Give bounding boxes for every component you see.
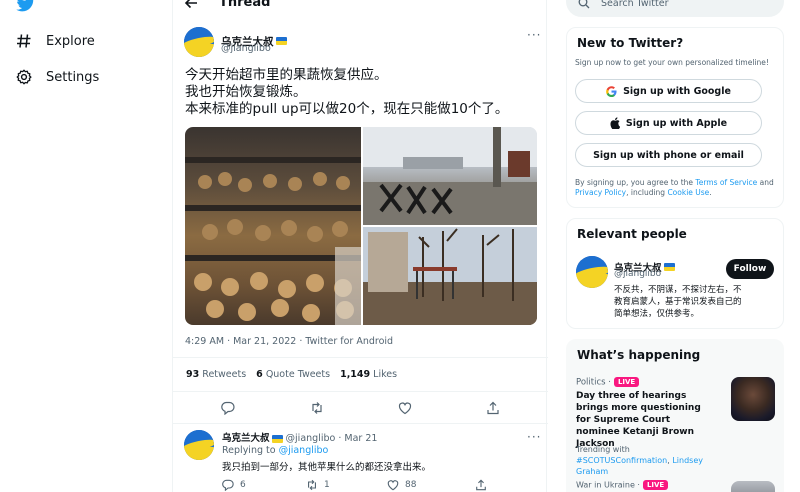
relevant-handle[interactable]: @jianglibo	[614, 269, 661, 279]
tweet-actions	[173, 400, 548, 416]
new-to-twitter-title: New to Twitter?	[577, 36, 684, 50]
follow-button[interactable]: Follow	[726, 259, 774, 279]
avatar[interactable]	[184, 430, 214, 460]
nav-settings[interactable]: Settings	[16, 69, 99, 85]
share-icon	[476, 479, 486, 491]
likes-stat[interactable]: 1,149 Likes	[340, 369, 397, 380]
back-arrow-icon[interactable]	[184, 0, 198, 10]
signup-phone-email-button[interactable]: Sign up with phone or email	[575, 143, 762, 167]
signup-google-button[interactable]: Sign up with Google	[575, 79, 762, 103]
ukraine-flag-icon	[663, 262, 675, 271]
nav-explore-label: Explore	[46, 33, 95, 49]
twitter-bird-icon[interactable]	[16, 0, 36, 12]
trend-category-2: War in Ukraine · LIVE	[576, 480, 669, 490]
reply-share-button[interactable]	[475, 479, 487, 491]
signup-apple-button[interactable]: Sign up with Apple	[575, 111, 762, 135]
avatar[interactable]	[184, 27, 214, 57]
new-to-twitter-card: New to Twitter? Sign up now to get your …	[566, 27, 784, 208]
divider	[173, 357, 548, 358]
like-count: 88	[405, 480, 417, 490]
google-icon	[606, 85, 617, 97]
avatar[interactable]	[576, 256, 608, 288]
photo-street-barricade[interactable]	[363, 127, 537, 225]
retweet-count: 1	[324, 480, 330, 490]
reply-author-name[interactable]: 乌克兰大叔	[222, 433, 270, 444]
reply-retweet-button[interactable]: 1	[306, 479, 330, 491]
reply-date[interactable]: · Mar 21	[338, 433, 377, 444]
more-icon[interactable]: ···	[527, 28, 541, 42]
tweet-line: 本来标准的pull up可以做20个，现在只能做10个了。	[185, 101, 509, 117]
photo-playground[interactable]	[363, 227, 537, 325]
nav-settings-label: Settings	[46, 69, 100, 85]
author-handle[interactable]: @jianglibo	[221, 43, 271, 54]
quote-tweets-stat[interactable]: 6 Quote Tweets	[256, 369, 330, 380]
tweet-timestamp[interactable]: 4:29 AM · Mar 21, 2022 · Twitter for And…	[185, 336, 393, 347]
more-icon[interactable]: ···	[527, 430, 541, 444]
tweet-stats: 93 Retweets 6 Quote Tweets 1,149 Likes	[186, 369, 397, 380]
retweet-icon[interactable]	[310, 400, 324, 414]
share-icon[interactable]	[486, 400, 500, 415]
relevant-bio: 不反共，不阴谋，不探讨左右，不教育启蒙人，基于常识发表自己的简单想法，仅供参考。	[614, 285, 742, 319]
reply-count: 6	[240, 480, 246, 490]
app-root: Explore Settings Thread 乌克兰大叔 @jianglibo…	[0, 0, 800, 492]
photo-produce-shelves[interactable]	[185, 127, 361, 325]
apple-icon	[610, 117, 620, 129]
trend-thumbnail-2[interactable]	[731, 481, 775, 492]
reply-text: 我只拍到一部分，其他苹果什么的都还没拿出来。	[222, 462, 432, 473]
trend-category: Politics · LIVE	[576, 377, 640, 388]
ukraine-flag-icon	[271, 434, 283, 443]
reply-icon	[222, 479, 234, 491]
trend-headline[interactable]: Day three of hearings brings more questi…	[576, 390, 716, 450]
live-badge: LIVE	[642, 480, 669, 490]
scotus-hashtag-link[interactable]: #SCOTUSConfirmation	[576, 456, 667, 465]
thread-column: Thread 乌克兰大叔 @jianglibo ··· 今天开始超市里的果蔬恢复…	[172, 0, 548, 492]
divider	[173, 391, 548, 392]
cookie-link[interactable]: Cookie Use	[667, 188, 709, 197]
search-bar[interactable]: Search Twitter	[566, 0, 784, 17]
right-sidebar: Search Twitter New to Twitter? Sign up n…	[566, 0, 786, 492]
replying-to: Replying to @jianglibo	[222, 445, 329, 456]
hash-icon	[16, 33, 32, 49]
search-input[interactable]: Search Twitter	[601, 0, 669, 9]
reply-header: 乌克兰大叔 @jianglibo · Mar 21	[222, 430, 377, 444]
whats-happening-title: What’s happening	[577, 348, 701, 362]
trend-thumbnail[interactable]	[731, 377, 775, 421]
reply-reply-button[interactable]: 6	[222, 479, 246, 491]
tweet-media-grid	[185, 127, 537, 325]
search-icon	[578, 0, 590, 9]
tweet-text: 今天开始超市里的果蔬恢复供应。 我也开始恢复锻炼。 本来标准的pull up可以…	[185, 67, 535, 118]
terms-link[interactable]: Terms of Service	[695, 178, 757, 187]
nav-explore[interactable]: Explore	[16, 33, 95, 49]
reply-icon[interactable]	[221, 400, 235, 416]
ukraine-flag-icon	[275, 36, 287, 45]
reply-author-handle[interactable]: @jianglibo	[286, 433, 336, 444]
left-nav: Explore Settings	[0, 0, 170, 492]
gear-icon	[16, 69, 32, 85]
tweet-line: 我也开始恢复锻炼。	[185, 84, 307, 100]
trending-with: Trending with #SCOTUSConfirmation, Linds…	[576, 445, 703, 476]
reply-like-button[interactable]: 88	[387, 479, 416, 491]
replying-to-link[interactable]: @jianglibo	[279, 445, 329, 456]
page-title: Thread	[219, 0, 271, 10]
like-icon	[387, 480, 399, 491]
tweet-line: 今天开始超市里的果蔬恢复供应。	[185, 67, 388, 83]
privacy-link[interactable]: Privacy Policy	[575, 188, 626, 197]
retweet-icon	[308, 479, 316, 491]
divider	[173, 423, 548, 424]
signup-subtitle: Sign up now to get your own personalized…	[575, 58, 769, 67]
live-badge: LIVE	[613, 377, 640, 387]
signup-terms: By signing up, you agree to the Terms of…	[575, 178, 774, 197]
retweets-stat[interactable]: 93 Retweets	[186, 369, 246, 380]
like-icon[interactable]	[398, 400, 412, 415]
relevant-people-title: Relevant people	[577, 227, 687, 241]
